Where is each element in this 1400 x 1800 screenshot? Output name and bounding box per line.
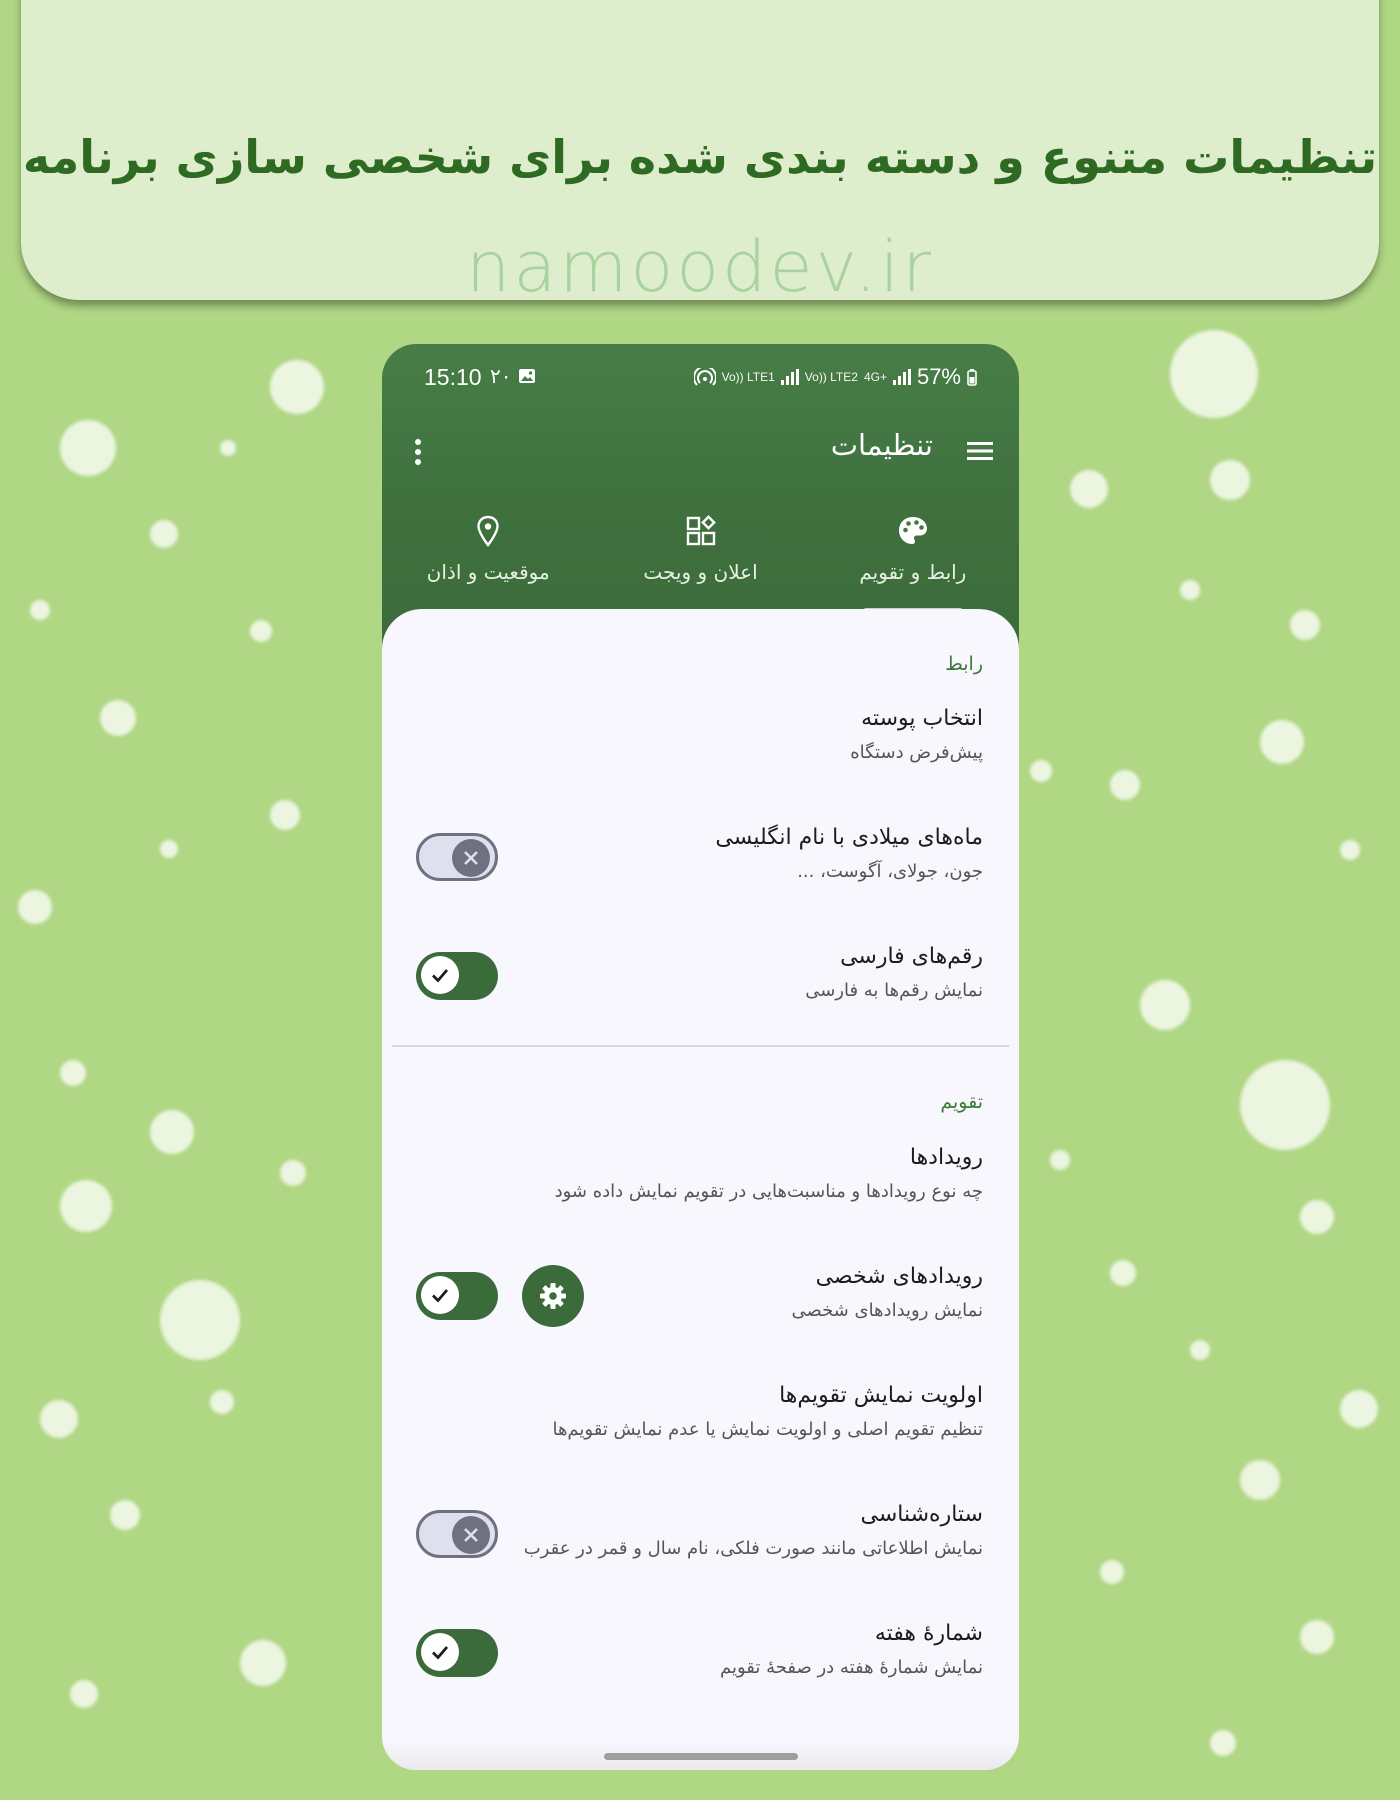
setting-title: ستاره‌شناسی xyxy=(860,1502,983,1527)
setting-week-number[interactable]: شمارهٔ هفته نمایش شمارهٔ هفته در صفحهٔ ت… xyxy=(382,1621,1019,1701)
setting-calendar-priority[interactable]: اولویت نمایش تقویم‌ها تنظیم تقویم اصلی و… xyxy=(382,1383,1019,1463)
persian-digits-switch[interactable] xyxy=(416,952,498,1000)
hamburger-icon[interactable] xyxy=(965,436,995,466)
setting-title: رویدادها xyxy=(909,1145,983,1170)
setting-title: ماه‌های میلادی با نام انگلیسی xyxy=(715,825,983,850)
setting-subtitle: جون، جولای، آگوست، ... xyxy=(797,861,983,882)
section-divider xyxy=(392,1045,1009,1047)
palette-icon xyxy=(898,517,927,544)
english-months-switch[interactable] xyxy=(416,833,498,881)
tab-notification-widget[interactable]: اعلان و ویجت xyxy=(594,504,806,614)
setting-astronomy[interactable]: ستاره‌شناسی نمایش اطلاعاتی مانند صورت فل… xyxy=(382,1502,1019,1582)
status-time: 15:10 xyxy=(424,364,482,390)
gear-icon xyxy=(540,1283,566,1309)
banner-headline: تنظیمات متنوع و دسته بندی شده برای شخصی … xyxy=(22,130,1378,184)
personal-events-switch[interactable] xyxy=(416,1272,498,1320)
tab-label: اعلان و ویجت xyxy=(643,560,758,584)
setting-subtitle: نمایش رقم‌ها به فارسی xyxy=(805,980,983,1001)
network-type: 4G+ xyxy=(863,369,887,384)
gesture-nav-handle[interactable] xyxy=(604,1753,798,1760)
check-icon xyxy=(421,956,459,994)
close-icon xyxy=(452,839,490,877)
sim1-label: Vo)) LTE1 xyxy=(721,369,775,384)
app-bar: تنظیمات xyxy=(382,414,1019,494)
close-icon xyxy=(452,1516,490,1554)
status-bar: 15:10 ۲۰ Vo)) LTE1 Vo)) LTE2 4G+ 57% xyxy=(382,362,1019,398)
signal-icon xyxy=(892,369,911,385)
banner-website: namoodev.ir xyxy=(465,226,935,308)
widgets-icon xyxy=(686,515,716,546)
tab-label: موقعیت و اذان xyxy=(426,560,550,584)
promo-banner: تنظیمات متنوع و دسته بندی شده برای شخصی … xyxy=(21,0,1379,308)
setting-title: رویدادهای شخصی xyxy=(815,1264,983,1289)
setting-personal-events[interactable]: رویدادهای شخصی نمایش رویدادهای شخصی xyxy=(382,1264,1019,1344)
section-header-calendar: تقویم xyxy=(940,1091,983,1113)
setting-title: شمارهٔ هفته xyxy=(874,1621,983,1646)
astronomy-switch[interactable] xyxy=(416,1510,498,1558)
location-pin-icon xyxy=(477,515,499,547)
setting-title: انتخاب پوسته xyxy=(861,706,983,731)
gallery-icon xyxy=(519,369,535,383)
check-icon xyxy=(421,1633,459,1671)
setting-subtitle: نمایش اطلاعاتی مانند صورت فلکی، نام سال … xyxy=(523,1538,983,1559)
setting-subtitle: تنظیم تقویم اصلی و اولویت نمایش یا عدم ن… xyxy=(552,1419,983,1440)
setting-title: اولویت نمایش تقویم‌ها xyxy=(779,1383,983,1408)
hotspot-icon xyxy=(693,368,716,386)
setting-subtitle: چه نوع رویدادها و مناسبت‌هایی در تقویم ن… xyxy=(554,1181,983,1202)
setting-subtitle: نمایش شمارهٔ هفته در صفحهٔ تقویم xyxy=(719,1657,983,1678)
tab-interface-calendar[interactable]: رابط و تقویم xyxy=(807,504,1019,614)
check-icon xyxy=(421,1276,459,1314)
setting-theme[interactable]: انتخاب پوسته پیش‌فرض دستگاه xyxy=(382,706,1019,786)
tab-label: رابط و تقویم xyxy=(859,560,967,584)
sim2-label: Vo)) LTE2 xyxy=(804,369,858,384)
status-extra: ۲۰ xyxy=(490,364,512,388)
setting-english-month-names[interactable]: ماه‌های میلادی با نام انگلیسی جون، جولای… xyxy=(382,825,1019,905)
battery-percent: 57% xyxy=(916,364,961,389)
page-title: تنظیمات xyxy=(830,428,933,462)
setting-title: رقم‌های فارسی xyxy=(840,944,983,969)
personal-events-settings-button[interactable] xyxy=(522,1265,584,1327)
setting-persian-digits[interactable]: رقم‌های فارسی نمایش رقم‌ها به فارسی xyxy=(382,944,1019,1024)
phone-screen: 15:10 ۲۰ Vo)) LTE1 Vo)) LTE2 4G+ 57% تنظ… xyxy=(382,344,1019,1770)
setting-events[interactable]: رویدادها چه نوع رویدادها و مناسبت‌هایی د… xyxy=(382,1145,1019,1225)
more-vert-icon[interactable] xyxy=(406,434,430,470)
week-number-switch[interactable] xyxy=(416,1629,498,1677)
section-header-interface: رابط xyxy=(945,653,983,675)
setting-subtitle: پیش‌فرض دستگاه xyxy=(850,742,983,763)
signal-icon xyxy=(780,369,799,385)
battery-icon xyxy=(967,369,977,386)
setting-subtitle: نمایش رویدادهای شخصی xyxy=(791,1300,983,1321)
settings-tabs: رابط و تقویم اعلان و ویجت موقعیت و اذان xyxy=(382,504,1019,614)
tab-location-azan[interactable]: موقعیت و اذان xyxy=(382,504,594,614)
settings-list: رابط انتخاب پوسته پیش‌فرض دستگاه ماه‌های… xyxy=(382,609,1019,1770)
status-right-cluster: Vo)) LTE1 Vo)) LTE2 4G+ 57% xyxy=(693,364,977,390)
